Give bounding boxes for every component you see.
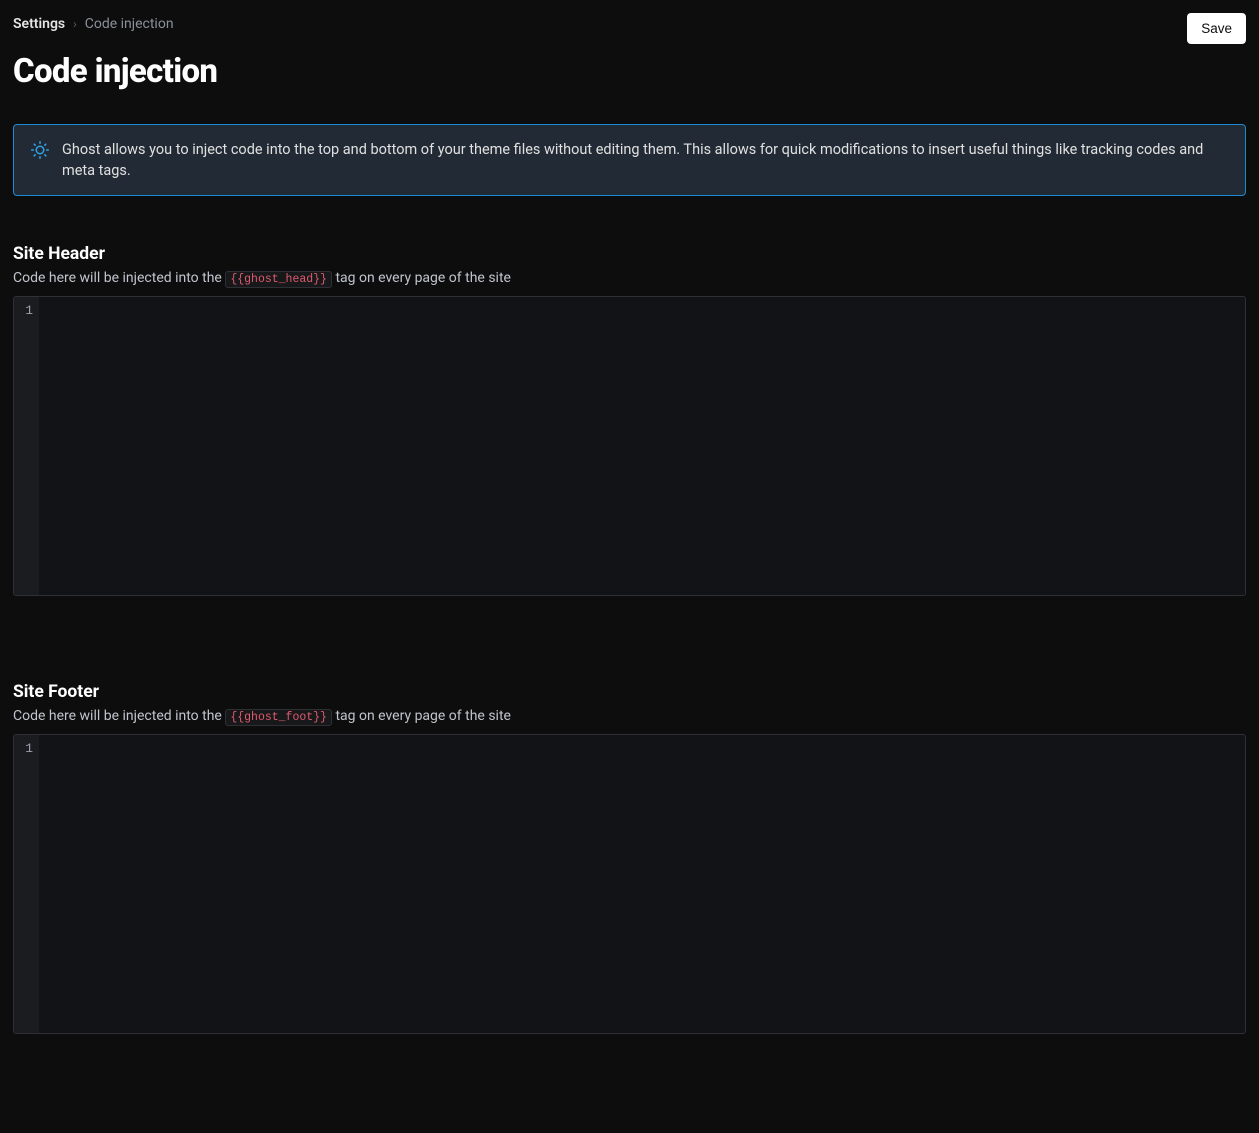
section-desc-footer: Code here will be injected into the {{gh… bbox=[13, 708, 1246, 724]
section-title-footer: Site Footer bbox=[13, 682, 1246, 702]
ghost-head-tag: {{ghost_head}} bbox=[225, 271, 332, 288]
page-title: Code injection bbox=[13, 52, 1246, 91]
desc-prefix: Code here will be injected into the bbox=[13, 270, 225, 286]
editor-gutter: 1 bbox=[14, 735, 39, 1033]
site-footer-section: Site Footer Code here will be injected i… bbox=[13, 682, 1246, 1034]
ghost-foot-tag: {{ghost_foot}} bbox=[225, 709, 332, 726]
info-banner: Ghost allows you to inject code into the… bbox=[13, 124, 1246, 196]
chevron-right-icon: › bbox=[73, 17, 77, 31]
breadcrumb: Settings › Code injection bbox=[13, 16, 174, 32]
site-header-code-input[interactable] bbox=[39, 297, 1245, 595]
site-footer-code-input[interactable] bbox=[39, 735, 1245, 1033]
section-desc-header: Code here will be injected into the {{gh… bbox=[13, 270, 1246, 286]
desc-suffix: tag on every page of the site bbox=[332, 270, 511, 286]
breadcrumb-parent[interactable]: Settings bbox=[13, 16, 65, 32]
lightbulb-icon bbox=[31, 141, 49, 163]
editor-gutter: 1 bbox=[14, 297, 39, 595]
desc-suffix: tag on every page of the site bbox=[332, 708, 511, 724]
breadcrumb-current: Code injection bbox=[85, 16, 174, 32]
save-button[interactable]: Save bbox=[1187, 13, 1246, 44]
info-banner-text: Ghost allows you to inject code into the… bbox=[62, 139, 1228, 181]
site-footer-editor: 1 bbox=[13, 734, 1246, 1034]
site-header-editor: 1 bbox=[13, 296, 1246, 596]
site-header-section: Site Header Code here will be injected i… bbox=[13, 244, 1246, 596]
section-title-header: Site Header bbox=[13, 244, 1246, 264]
desc-prefix: Code here will be injected into the bbox=[13, 708, 225, 724]
